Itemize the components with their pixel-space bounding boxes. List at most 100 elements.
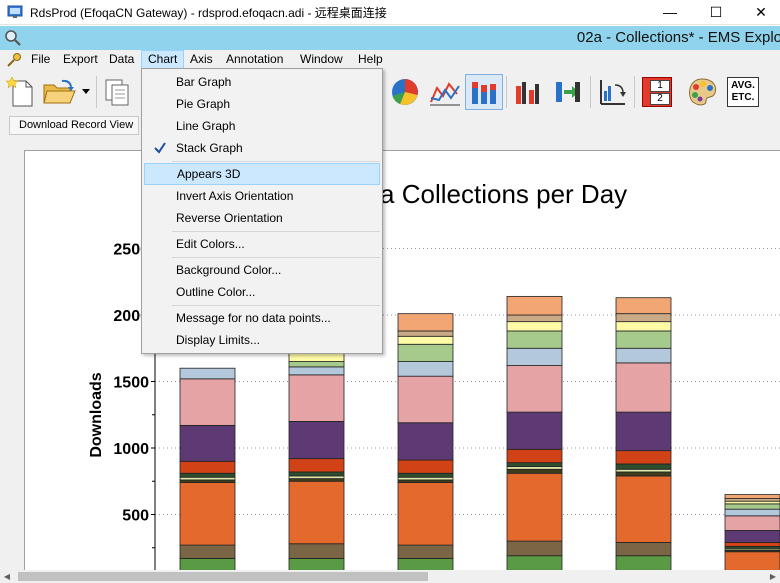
menu-item-no-data-message[interactable]: Message for no data points...	[144, 307, 380, 329]
open-dropdown-button[interactable]	[78, 74, 94, 110]
bar-segment	[615, 411, 672, 452]
y-tick-label: 500	[122, 508, 149, 525]
bar-segment	[506, 321, 563, 332]
stack-graph-button[interactable]	[465, 74, 503, 110]
y-tick-label: 1000	[113, 441, 149, 458]
dropdown-arrow-icon	[82, 89, 90, 94]
menu-item-line-graph[interactable]: Line Graph	[144, 115, 380, 137]
menu-item-outline-color[interactable]: Outline Color...	[144, 281, 380, 303]
stacked-bar-icon	[472, 82, 496, 104]
copy-button[interactable]	[98, 74, 136, 110]
menu-item-edit-colors[interactable]: Edit Colors...	[144, 233, 380, 255]
bar-segment	[288, 480, 345, 545]
menu-separator	[172, 161, 380, 162]
menu-chart[interactable]: Chart	[141, 50, 185, 69]
menu-item-background-color[interactable]: Background Color...	[144, 259, 380, 281]
bar-segment	[615, 313, 672, 323]
copy-document-icon	[105, 79, 129, 106]
bar-segment	[724, 503, 780, 510]
one-two-button[interactable]: 1 2	[638, 74, 676, 110]
avg-etc-button[interactable]: AVG. ETC.	[724, 74, 762, 110]
checkmark-icon	[154, 142, 166, 154]
swap-axis-button[interactable]	[593, 74, 631, 110]
close-button[interactable]: ✕	[738, 0, 780, 25]
bar-segment	[288, 557, 345, 570]
menu-item-label: Background Color...	[176, 263, 282, 277]
line-graph-icon	[430, 82, 460, 106]
bar-segment	[724, 530, 780, 543]
etc-label: ETC.	[731, 92, 755, 103]
menu-item-appears-3d[interactable]: Appears 3D	[144, 163, 380, 185]
maximize-button[interactable]: ☐	[693, 0, 739, 25]
scrollbar-thumb[interactable]	[18, 572, 428, 581]
menu-bar: File Export Data Chart Axis Annotation W…	[0, 50, 780, 70]
menu-item-label: Invert Axis Orientation	[176, 189, 294, 203]
one-two-icon: 1 2	[642, 77, 672, 107]
menu-item-bar-graph[interactable]: Bar Graph	[144, 71, 380, 93]
remote-desktop-icon	[7, 5, 23, 18]
scroll-left-icon[interactable]: ◀	[0, 570, 14, 583]
bar-segment	[179, 557, 236, 570]
menu-help[interactable]: Help	[352, 50, 389, 69]
chart-panel[interactable]: ta Collections per Day Downloads 500 1000…	[24, 150, 780, 570]
window-title: RdsProd (EfoqaCN Gateway) - rdsprod.efoq…	[30, 6, 387, 20]
bar-segment	[288, 543, 345, 559]
minimize-button[interactable]: —	[647, 0, 693, 25]
menu-axis[interactable]: Axis	[184, 50, 219, 69]
bar-segment	[288, 353, 345, 362]
bar-segment	[397, 313, 454, 332]
chart-title: ta Collections per Day	[373, 179, 627, 209]
bar-segment	[615, 542, 672, 557]
bar-segment	[397, 330, 454, 337]
avg-label: AVG.	[731, 80, 755, 91]
scroll-right-icon[interactable]: ▶	[766, 570, 780, 583]
menu-file[interactable]: File	[25, 50, 56, 69]
toolbar: 1 2 AVG. ETC.	[0, 70, 780, 114]
palette-icon	[689, 78, 717, 106]
bar-segment	[397, 482, 454, 546]
bar-stack	[615, 297, 672, 570]
bar-segment	[397, 544, 454, 559]
menu-separator	[172, 257, 380, 258]
menu-data[interactable]: Data	[103, 50, 140, 69]
bar-segment	[506, 314, 563, 323]
palette-button[interactable]	[683, 74, 721, 110]
menu-annotation[interactable]: Annotation	[220, 50, 289, 69]
two-label: 2	[650, 93, 670, 105]
menu-item-invert-axis[interactable]: Invert Axis Orientation	[144, 185, 380, 207]
open-folder-icon	[43, 79, 76, 104]
y-axis-label: Downloads	[88, 372, 105, 457]
menu-item-stack-graph[interactable]: Stack Graph	[144, 137, 380, 159]
bar-segment	[615, 555, 672, 570]
bar-segment	[288, 471, 345, 477]
line-graph-button[interactable]	[426, 74, 464, 110]
bar-segment	[288, 374, 345, 422]
menu-item-reverse-orientation[interactable]: Reverse Orientation	[144, 207, 380, 229]
menu-window[interactable]: Window	[294, 50, 349, 69]
bar-segment	[288, 361, 345, 368]
export-button[interactable]	[549, 74, 587, 110]
bar-graph-icon	[516, 82, 539, 104]
menu-item-label: Stack Graph	[176, 141, 243, 155]
window-title-bar: RdsProd (EfoqaCN Gateway) - rdsprod.efoq…	[0, 0, 780, 25]
bar-segment	[615, 297, 672, 315]
open-button[interactable]	[40, 74, 78, 110]
menu-export[interactable]: Export	[57, 50, 104, 69]
bar-segment	[506, 448, 563, 464]
menu-item-label: Display Limits...	[176, 333, 261, 347]
chart-workarea: ta Collections per Day Downloads 500 1000…	[0, 136, 780, 570]
bar-segment	[615, 347, 672, 364]
menu-item-display-limits[interactable]: Display Limits...	[144, 329, 380, 351]
menu-item-label: Line Graph	[176, 119, 236, 133]
magnifier-icon[interactable]	[4, 29, 22, 47]
y-tick-label: 1500	[113, 375, 149, 392]
one-label: 1	[650, 80, 670, 92]
menu-item-pie-graph[interactable]: Pie Graph	[144, 93, 380, 115]
bar-graph-button[interactable]	[509, 74, 547, 110]
new-document-button[interactable]	[2, 74, 40, 110]
download-record-view-tab[interactable]: Download Record View	[9, 116, 139, 135]
pie-chart-button[interactable]	[386, 74, 424, 110]
horizontal-scrollbar[interactable]: ◀ ▶	[0, 570, 780, 583]
app-title-bar: 02a - Collections* - EMS Explo	[0, 26, 780, 50]
bar-segment	[506, 365, 563, 413]
